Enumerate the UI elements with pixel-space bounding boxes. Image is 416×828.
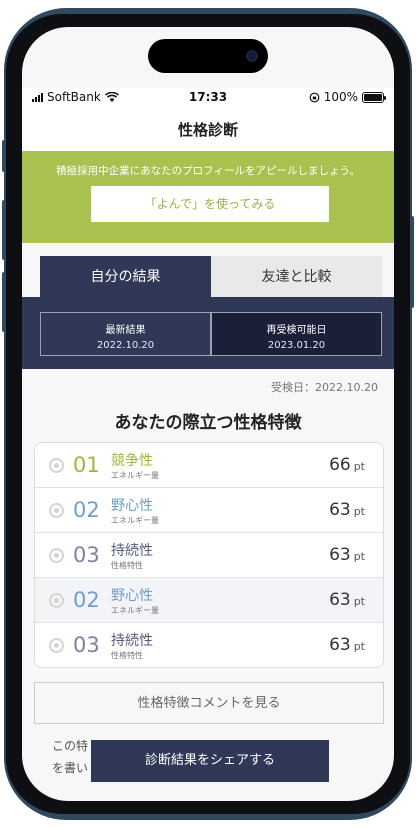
trait-score-value: 63: [329, 500, 351, 520]
trait-score-value: 63: [329, 590, 351, 610]
status-right: 100%: [309, 90, 386, 104]
trait-score: 66 pt: [329, 455, 365, 475]
camera-dot: [246, 50, 258, 62]
view-comment-button[interactable]: 性格特徴コメントを見る: [34, 682, 384, 724]
retest-date-value: 2023.01.20: [267, 340, 326, 351]
phone-screen: SoftBank 17:33 100% 性格診断 積極採用中企業にあなたのプロフ…: [22, 27, 394, 801]
retest-date-label: 再受検可能日: [266, 325, 327, 336]
trait-rank: 03: [73, 543, 100, 567]
promo-text: 積極採用中企業にあなたのプロフィールをアピールしましょう。: [56, 165, 360, 177]
trait-rank: 01: [73, 453, 100, 477]
trait-score-unit: pt: [353, 640, 365, 653]
trait-name: 野心性: [111, 588, 153, 604]
trait-name: 持続性: [111, 633, 153, 649]
trait-category: エネルギー量: [111, 606, 159, 615]
section-title: あなたの際立つ性格特徴: [114, 413, 302, 433]
exam-date: 受検日：2022.10.20: [271, 381, 378, 394]
trait-score-unit: pt: [353, 460, 365, 473]
trait-row[interactable]: 03 持続性 性格特性 63 pt: [35, 533, 383, 578]
target-icon: [49, 503, 64, 518]
trait-name: 競争性: [111, 453, 153, 469]
trait-rank: 03: [73, 633, 100, 657]
trait-row[interactable]: 02 野心性 エネルギー量 63 pt: [35, 578, 383, 623]
promo-button[interactable]: 「よんで」を使ってみる: [91, 186, 329, 222]
trait-rank: 02: [73, 498, 100, 522]
trait-score-unit: pt: [353, 550, 365, 563]
orientation-lock-icon: [309, 92, 320, 102]
dates-panel: 最新結果 2022.10.20 再受検可能日 2023.01.20: [22, 297, 394, 369]
target-icon: [49, 638, 64, 653]
battery-fill: [364, 93, 382, 101]
battery-percent: 100%: [323, 90, 358, 104]
trait-row[interactable]: 03 持続性 性格特性 63 pt: [35, 623, 383, 667]
promo-banner: 積極採用中企業にあなたのプロフィールをアピールしましょう。 「よんで」を使ってみ…: [22, 151, 394, 243]
trait-name: 持続性: [111, 543, 153, 559]
latest-result-label: 最新結果: [105, 325, 146, 336]
trait-score-value: 63: [329, 545, 351, 565]
trait-category: 性格特性: [111, 561, 143, 570]
retest-date-box: 再受検可能日 2023.01.20: [211, 312, 382, 356]
tab-my-results[interactable]: 自分の結果: [40, 256, 211, 298]
trait-category: 性格特性: [111, 651, 143, 660]
description-start: この特: [52, 739, 89, 753]
trait-rank: 02: [73, 588, 100, 612]
trait-category: エネルギー量: [111, 471, 159, 480]
trait-row[interactable]: 01 競争性 エネルギー量 66 pt: [35, 443, 383, 488]
tab-compare-friends[interactable]: 友達と比較: [211, 256, 382, 298]
share-result-button[interactable]: 診断結果をシェアする: [91, 740, 329, 782]
trait-category: エネルギー量: [111, 516, 159, 525]
battery-icon: [362, 91, 386, 103]
target-icon: [49, 593, 64, 608]
trait-list: 01 競争性 エネルギー量 66 pt 02 野心性 エネルギー量 63 pt 03…: [34, 442, 384, 668]
page-title: 性格診断: [22, 108, 394, 152]
trait-score-unit: pt: [353, 505, 365, 518]
side-button-right: [410, 216, 414, 308]
trait-row[interactable]: 02 野心性 エネルギー量 63 pt: [35, 488, 383, 533]
latest-result-date: 2022.10.20: [96, 340, 155, 351]
trait-score: 63 pt: [329, 590, 365, 610]
trait-score-value: 63: [329, 635, 351, 655]
latest-result-box: 最新結果 2022.10.20: [40, 312, 211, 356]
target-icon: [49, 458, 64, 473]
trait-score-value: 66: [329, 455, 351, 475]
result-tabs: 自分の結果 友達と比較: [40, 256, 382, 298]
trait-score: 63 pt: [329, 635, 365, 655]
trait-score-unit: pt: [353, 595, 365, 608]
status-bar: SoftBank 17:33 100%: [22, 88, 394, 108]
trait-score: 63 pt: [329, 545, 365, 565]
trait-name: 野心性: [111, 498, 153, 514]
target-icon: [49, 548, 64, 563]
trait-score: 63 pt: [329, 500, 365, 520]
